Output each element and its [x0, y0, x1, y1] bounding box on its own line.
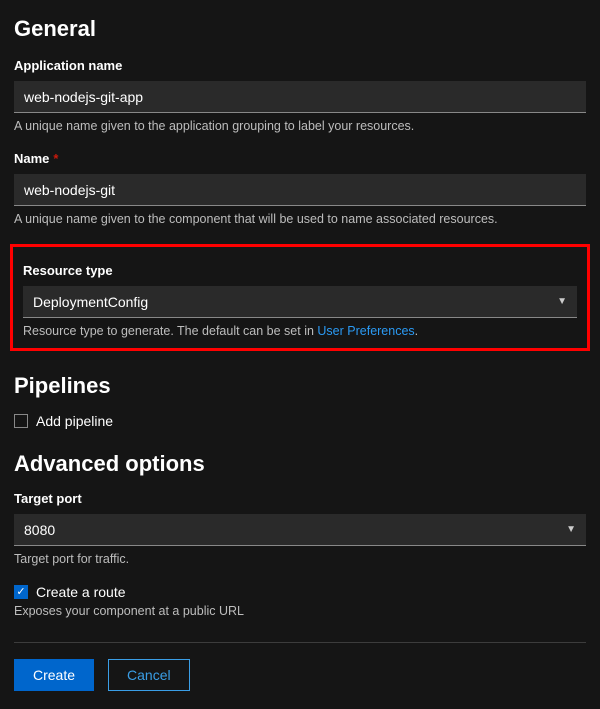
chevron-down-icon: ▼ [566, 524, 576, 535]
resource-type-value: DeploymentConfig [33, 294, 148, 310]
create-route-checkbox[interactable]: ✓ [14, 585, 28, 599]
name-input[interactable] [14, 174, 586, 206]
create-route-help: Exposes your component at a public URL [14, 604, 586, 618]
target-port-label: Target port [14, 491, 586, 506]
add-pipeline-checkbox[interactable] [14, 414, 28, 428]
divider [14, 642, 586, 643]
cancel-button[interactable]: Cancel [108, 659, 190, 691]
button-row: Create Cancel [14, 659, 586, 691]
resource-type-label: Resource type [23, 263, 577, 278]
pipelines-heading: Pipelines [14, 373, 586, 399]
name-label-text: Name [14, 151, 49, 166]
resource-type-help: Resource type to generate. The default c… [23, 324, 577, 338]
name-label: Name * [14, 151, 586, 166]
required-indicator: * [53, 151, 58, 166]
user-preferences-link[interactable]: User Preferences [317, 324, 414, 338]
application-name-label: Application name [14, 58, 586, 73]
application-name-help: A unique name given to the application g… [14, 119, 586, 133]
resource-type-highlight: Resource type DeploymentConfig ▼ Resourc… [10, 244, 590, 351]
name-help: A unique name given to the component tha… [14, 212, 586, 226]
create-button[interactable]: Create [14, 659, 94, 691]
general-heading: General [14, 16, 586, 42]
target-port-value: 8080 [24, 522, 55, 538]
create-route-label: Create a route [36, 584, 126, 600]
target-port-select[interactable]: 8080 ▼ [14, 514, 586, 546]
advanced-options-heading: Advanced options [14, 451, 586, 477]
target-port-help: Target port for traffic. [14, 552, 586, 566]
create-route-row[interactable]: ✓ Create a route [14, 584, 586, 600]
add-pipeline-label: Add pipeline [36, 413, 113, 429]
chevron-down-icon: ▼ [557, 296, 567, 307]
application-name-input[interactable] [14, 81, 586, 113]
resource-type-select[interactable]: DeploymentConfig ▼ [23, 286, 577, 318]
form-page: General Application name A unique name g… [0, 0, 600, 709]
add-pipeline-row[interactable]: Add pipeline [14, 413, 586, 429]
